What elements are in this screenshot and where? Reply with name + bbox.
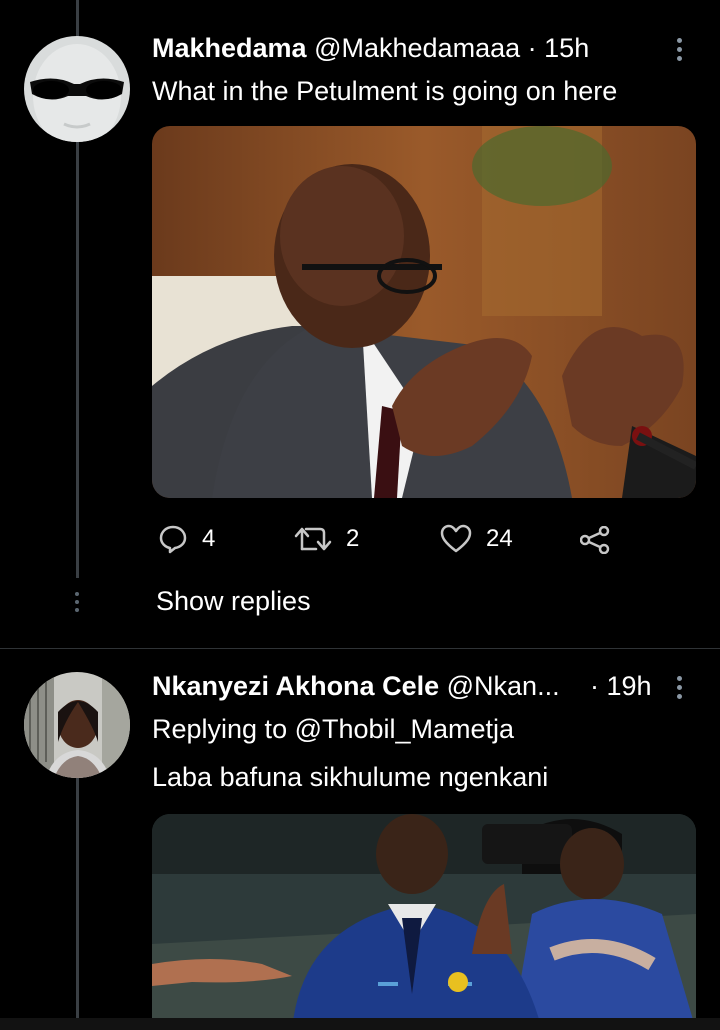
tweet-text: Laba bafuna sikhulume ngenkani — [152, 762, 549, 792]
tweet-header: Makhedama @Makhedamaaa · 15h — [152, 32, 589, 64]
like-count: 24 — [486, 525, 513, 552]
retweet-count: 2 — [346, 525, 360, 552]
timestamp-group: · 19h — [590, 670, 652, 702]
thread-dots-icon — [75, 592, 79, 612]
tweet-image[interactable] — [152, 814, 696, 1030]
separator: · — [590, 671, 599, 701]
share-button[interactable] — [580, 526, 624, 554]
timestamp[interactable]: 15h — [544, 33, 589, 63]
user-handle[interactable]: @Makhedamaaa — [314, 33, 520, 63]
more-options-icon[interactable] — [677, 38, 683, 65]
reply-count: 4 — [202, 525, 216, 552]
tweet-image[interactable] — [152, 126, 696, 498]
display-name[interactable]: Nkanyezi Akhona Cele — [152, 671, 439, 701]
tweet-text: What in the Petulment is going on here — [152, 76, 618, 106]
user-handle[interactable]: @Nkan... — [447, 671, 560, 701]
tweet-header: Nkanyezi Akhona Cele @Nkan... — [152, 670, 560, 702]
reply-icon — [159, 525, 187, 554]
separator: · — [527, 33, 537, 63]
retweet-button[interactable]: 2 — [294, 524, 359, 554]
more-options-icon[interactable] — [677, 676, 683, 703]
timestamp[interactable]: 19h — [607, 671, 652, 701]
thread-line — [76, 778, 79, 1018]
replying-to[interactable]: Replying to @Thobil_Mametja — [152, 712, 514, 746]
share-icon — [580, 526, 610, 554]
reply-button[interactable]: 4 — [158, 524, 215, 554]
show-replies-link[interactable]: Show replies — [156, 586, 311, 617]
retweet-icon — [294, 527, 332, 551]
display-name[interactable]: Makhedama — [152, 33, 307, 63]
divider — [0, 648, 720, 649]
bottom-edge — [0, 1018, 720, 1030]
avatar[interactable] — [24, 672, 130, 778]
like-button[interactable]: 24 — [440, 524, 513, 554]
heart-icon — [440, 524, 472, 553]
avatar[interactable] — [24, 36, 130, 142]
